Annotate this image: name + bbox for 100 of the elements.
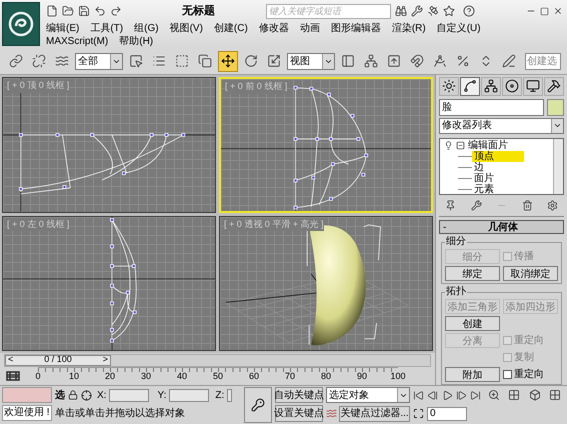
- menu-item[interactable]: 图形编辑器: [330, 22, 381, 35]
- sun-icon: [442, 79, 456, 94]
- selection-lock-label[interactable]: 选: [55, 388, 65, 402]
- frame-number: 30: [140, 372, 152, 381]
- grid-icon: [548, 389, 561, 401]
- scrollbar[interactable]: [553, 138, 563, 194]
- step-forward-icon: [456, 390, 467, 400]
- star-icon: [443, 5, 455, 17]
- binoculars-icon: [395, 5, 407, 17]
- arrow-up-square-icon: [387, 54, 401, 68]
- grid-icon: [508, 389, 520, 401]
- menu-item[interactable]: 自定义(U): [436, 22, 481, 35]
- close-icon: [553, 6, 563, 16]
- previous-frame-arrow[interactable]: <: [8, 353, 14, 367]
- menu-item[interactable]: 视图(V): [170, 22, 203, 35]
- menu-item[interactable]: 工具(T): [90, 22, 124, 35]
- checkbox-label: 复制: [514, 350, 534, 366]
- set-key-button[interactable]: 设置关键点: [275, 405, 323, 422]
- modifier-list-dropdown[interactable]: 修改器列表: [439, 118, 564, 134]
- curve-tab[interactable]: [460, 77, 480, 96]
- link-icon: [9, 54, 23, 68]
- menu-item[interactable]: 动画: [300, 22, 320, 35]
- lock-icon: [68, 390, 78, 400]
- key-mode-dropdown[interactable]: 选定对象: [326, 387, 410, 403]
- skip-forward-icon: [470, 390, 481, 400]
- frame-number: 40: [176, 372, 188, 381]
- frame-number: 70: [284, 372, 296, 381]
- key-button[interactable]: [244, 387, 272, 423]
- auto-key-button[interactable]: 自动关键点: [275, 387, 323, 403]
- settings-icon: [547, 200, 558, 212]
- frame-number: 60: [248, 372, 260, 381]
- menu-item[interactable]: 创建(C): [214, 22, 248, 35]
- window-title: 无标题: [182, 4, 216, 19]
- sub-object-item[interactable]: 边: [472, 162, 514, 173]
- cursor-square-icon: [129, 54, 143, 68]
- object-name-field[interactable]: 脸: [439, 98, 544, 116]
- z-coordinate-field[interactable]: [227, 388, 232, 402]
- named-selection-field[interactable]: 创建选: [525, 52, 561, 70]
- rotate-icon: [244, 54, 258, 68]
- sub-object-item[interactable]: 面片: [472, 172, 524, 184]
- sub-object-item[interactable]: 元素: [472, 184, 524, 194]
- y-label: Y:: [157, 388, 166, 402]
- crosshair-icon: [81, 390, 92, 400]
- frame-number: 100: [389, 372, 407, 381]
- track-ruler[interactable]: 0 10 20 30 40 50 60 70 80 90 100: [29, 367, 407, 384]
- sun-tab[interactable]: [439, 77, 459, 96]
- key-filters-button[interactable]: 关键点过滤器...: [339, 406, 410, 422]
- move-icon: [221, 54, 235, 68]
- menu-item[interactable]: 渲染(R): [392, 22, 426, 35]
- undo-icon: [94, 5, 106, 17]
- rollout-button[interactable]: 取消绑定: [503, 266, 558, 282]
- frame-position: 0 / 100: [44, 353, 72, 366]
- checkbox[interactable]: [503, 370, 512, 380]
- menu-item[interactable]: 修改器: [258, 22, 289, 35]
- dashed-square-icon: [175, 54, 189, 68]
- group-title: 拓扑: [445, 286, 467, 298]
- object-color-swatch[interactable]: [547, 98, 564, 116]
- y-coordinate-field[interactable]: [169, 388, 210, 402]
- satellite-icon: [427, 5, 439, 17]
- hammer-tab[interactable]: [544, 77, 564, 96]
- hierarchy-tab[interactable]: [481, 77, 501, 96]
- rollout-button[interactable]: 绑定: [445, 266, 500, 282]
- x-coordinate-field[interactable]: [109, 388, 150, 402]
- scale-icon: [267, 54, 281, 68]
- curve-icon: [463, 79, 477, 94]
- group-title: 细分: [445, 236, 467, 248]
- time-slider[interactable]: < 0 / 100 >: [4, 354, 431, 366]
- wrench-icon: [411, 5, 423, 17]
- rollout-button[interactable]: 创建: [445, 316, 500, 332]
- frame-number: 50: [212, 372, 224, 381]
- folder-icon: [62, 5, 74, 17]
- toolbar-dropdown[interactable]: 全部: [75, 52, 123, 70]
- wrench-icon: [470, 200, 482, 212]
- menu-item[interactable]: MAXScript(M): [46, 35, 108, 48]
- welcome-text: 欢迎使用 !: [2, 405, 52, 421]
- sub-object-item[interactable]: 顶点: [472, 150, 524, 162]
- modifier-item[interactable]: 编辑面片: [468, 140, 508, 151]
- monitor-icon: [526, 79, 540, 94]
- rollout-button[interactable]: 附加: [445, 367, 500, 382]
- time-slider-thumb[interactable]: < 0 / 100 >: [5, 354, 111, 366]
- frame-number: 0: [34, 372, 42, 381]
- menu-item[interactable]: 组(G): [134, 22, 159, 35]
- hammer-icon: [547, 79, 561, 94]
- disc-tab[interactable]: [502, 77, 522, 96]
- app-logo[interactable]: [2, 2, 40, 46]
- next-frame-arrow[interactable]: >: [102, 353, 108, 367]
- move-tool-button[interactable]: [218, 50, 238, 72]
- current-frame-field[interactable]: 0: [427, 406, 467, 420]
- prompt-text: 单击或单击并拖动以选择对象: [55, 406, 186, 421]
- frame-number: 10: [68, 372, 80, 381]
- toolbar-dropdown[interactable]: 视图: [287, 52, 335, 70]
- redo-icon: [110, 5, 122, 17]
- menu-item[interactable]: 编辑(E): [46, 22, 80, 35]
- monitor-tab[interactable]: [523, 77, 543, 96]
- collapse-icon: [456, 140, 465, 150]
- menu-item[interactable]: 帮助(H): [119, 35, 154, 48]
- pin-icon: [445, 200, 456, 212]
- rollout-header[interactable]: - 几何体: [439, 220, 564, 234]
- checkbox-label: 重定向: [514, 334, 544, 348]
- wave-icon: [55, 54, 69, 68]
